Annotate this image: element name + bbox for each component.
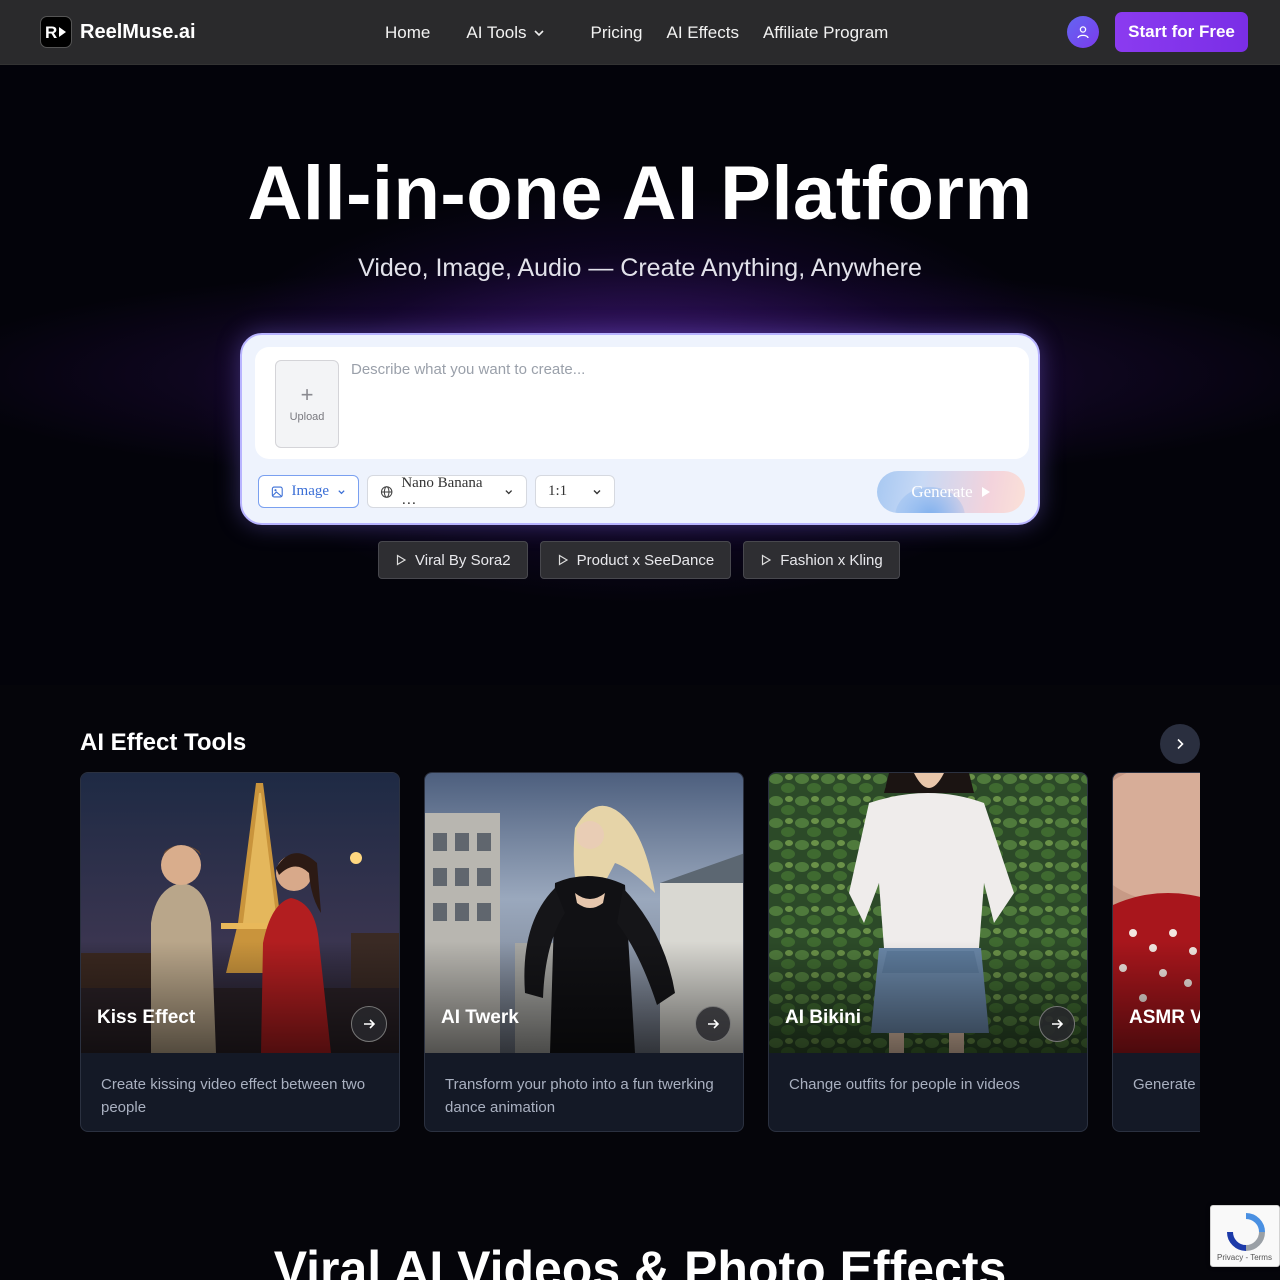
card-description: Change outfits for people in videos (789, 1076, 1020, 1093)
section-title-effects: AI Effect Tools (80, 729, 247, 756)
card-title: AI Twerk (441, 1007, 519, 1028)
card-title: Kiss Effect (97, 1007, 196, 1028)
card-arrow-button[interactable] (351, 1006, 387, 1042)
card-title: AI Bikini (785, 1007, 862, 1028)
play-icon (981, 487, 990, 497)
card-description: Generate r satisfying (1133, 1076, 1200, 1093)
main-nav: Home AI Tools Pricing AI Effects Affilia… (385, 0, 912, 65)
effect-card-asmr[interactable]: ASMR V Generate r satisfying (1112, 772, 1200, 1132)
start-for-free-button[interactable]: Start for Free (1115, 12, 1248, 52)
play-icon (762, 554, 772, 566)
logo-mark-icon: R (40, 16, 72, 48)
recaptcha-icon (1227, 1213, 1265, 1251)
effect-card-twerk[interactable]: AI Twerk Transform your photo into a fun… (424, 772, 744, 1132)
arrow-right-icon (1052, 1019, 1064, 1029)
chevron-right-icon (1177, 738, 1184, 750)
media-type-select[interactable]: Image (258, 475, 359, 508)
hero-title: All-in-one AI Platform (247, 151, 1033, 236)
prompt-area: + Upload (255, 347, 1029, 459)
prompt-input[interactable] (351, 361, 1011, 441)
chevron-down-icon (533, 29, 544, 36)
card-description: Transform your photo into a fun twerking… (445, 1076, 714, 1116)
nav-home[interactable]: Home (385, 23, 430, 43)
chevron-down-icon (593, 489, 601, 494)
effect-card-bikini[interactable]: AI Bikini Change outfits for people in v… (768, 772, 1088, 1132)
model-select[interactable]: Nano Banana … (367, 475, 527, 508)
section-title-viral: Viral AI Videos & Photo Effects (273, 1241, 1007, 1280)
nav-pricing[interactable]: Pricing (591, 23, 643, 43)
arrow-right-icon (708, 1019, 720, 1029)
chevron-down-icon (505, 489, 513, 494)
brand-logo[interactable]: R ReelMuse.ai (40, 16, 196, 48)
brand-name: ReelMuse.ai (80, 20, 196, 43)
card-arrow-button[interactable] (695, 1006, 731, 1042)
upload-button[interactable]: + Upload (275, 360, 339, 448)
user-account-button[interactable] (1067, 16, 1099, 48)
generate-button[interactable]: Generate (877, 471, 1025, 513)
model-value: Nano Banana … (401, 474, 483, 508)
media-type-value: Image (291, 483, 330, 499)
chip-label: Fashion x Kling (780, 551, 883, 569)
aspect-ratio-select[interactable]: 1:1 (535, 475, 615, 508)
card-title: ASMR V (1129, 1007, 1200, 1028)
user-icon (1077, 26, 1089, 39)
plus-icon: + (300, 382, 314, 407)
chevron-down-icon (338, 489, 345, 494)
upload-label: Upload (289, 411, 325, 423)
card-arrow-button[interactable] (1039, 1006, 1075, 1042)
svg-text:R: R (45, 23, 57, 41)
nav-affiliate[interactable]: Affiliate Program (763, 23, 888, 43)
play-icon (558, 554, 568, 566)
arrow-right-icon (364, 1019, 376, 1029)
effects-carousel: Kiss Effect Create kissing video effect … (80, 772, 1200, 1132)
recaptcha-badge[interactable]: Privacy - Terms (1210, 1205, 1280, 1267)
nav-ai-tools-label: AI Tools (466, 22, 527, 42)
hero-subtitle: Video, Image, Audio — Create Anything, A… (358, 254, 922, 282)
chip-label: Viral By Sora2 (415, 551, 511, 569)
play-icon (396, 554, 407, 566)
aspect-ratio-value: 1:1 (548, 483, 568, 499)
example-chips: Viral By Sora2 Product x SeeDance Fashio… (378, 541, 900, 579)
nav-ai-tools[interactable]: AI Tools (466, 23, 544, 43)
chip-label: Product x SeeDance (576, 551, 715, 569)
effect-card-kiss[interactable]: Kiss Effect Create kissing video effect … (80, 772, 400, 1132)
logo-glyph: R (45, 23, 66, 41)
recaptcha-links[interactable]: Privacy - Terms (1217, 1253, 1272, 1262)
chip-fashion-kling[interactable]: Fashion x Kling (743, 541, 900, 579)
nav-ai-effects[interactable]: AI Effects (667, 23, 739, 43)
globe-icon (380, 485, 393, 498)
prompt-composer: + Upload Image Nano Banana … 1:1 Generat… (240, 333, 1040, 525)
card-description: Create kissing video effect between two … (101, 1076, 366, 1116)
generate-label: Generate (911, 482, 973, 501)
top-navbar: R ReelMuse.ai Home AI Tools Pricing AI E… (0, 0, 1280, 65)
carousel-next-button[interactable] (1160, 724, 1200, 764)
chip-product-seedance[interactable]: Product x SeeDance (539, 541, 732, 579)
image-icon (271, 486, 283, 497)
chip-viral-sora2[interactable]: Viral By Sora2 (378, 541, 528, 579)
